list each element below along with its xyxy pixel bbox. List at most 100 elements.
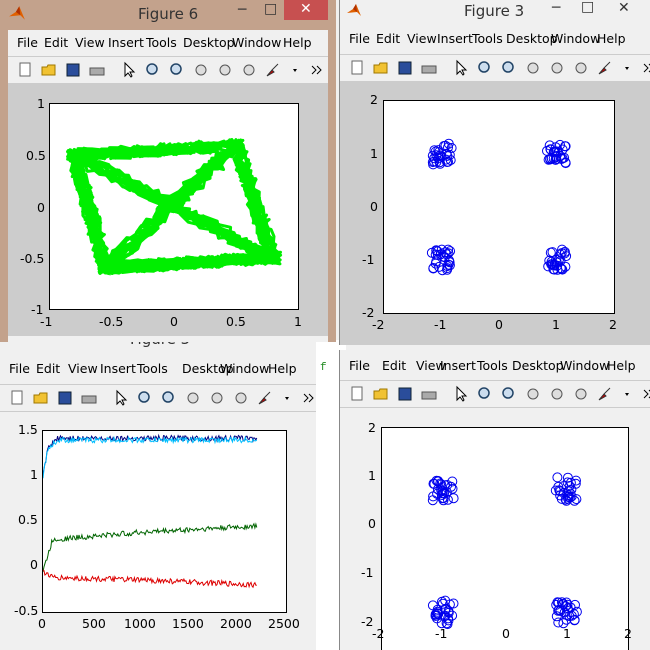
overflow-chevron-icon[interactable] — [300, 389, 316, 407]
menu-tools[interactable]: Tools — [137, 361, 168, 376]
menu-view[interactable]: View — [407, 31, 437, 46]
pan-icon[interactable] — [524, 59, 542, 77]
menu-insert[interactable]: Insert — [108, 35, 144, 50]
brush-icon[interactable] — [596, 59, 614, 77]
menu-help[interactable]: Help — [268, 361, 297, 376]
rotate-icon[interactable] — [548, 59, 566, 77]
open-file-icon[interactable] — [40, 61, 58, 79]
open-file-icon[interactable] — [372, 385, 390, 403]
pan-icon[interactable] — [184, 389, 202, 407]
overflow-chevron-icon[interactable] — [640, 59, 650, 77]
menu-desktop[interactable]: Desktop — [512, 358, 564, 373]
zoom-out-icon[interactable] — [500, 385, 518, 403]
overflow-chevron-icon[interactable] — [308, 61, 326, 79]
new-figure-icon[interactable] — [8, 389, 26, 407]
menu-view[interactable]: View — [68, 361, 98, 376]
brush-icon[interactable] — [264, 61, 282, 79]
dropdown-arrow-icon[interactable] — [288, 61, 306, 79]
menu-window[interactable]: Window — [551, 31, 600, 46]
open-file-icon[interactable] — [372, 59, 390, 77]
zoom-in-icon[interactable] — [476, 59, 494, 77]
brush-icon[interactable] — [256, 389, 274, 407]
menu-desktop[interactable]: Desktop — [183, 35, 235, 50]
save-icon[interactable] — [64, 61, 82, 79]
menu-file[interactable]: File — [349, 31, 370, 46]
x-tick: -1 — [435, 626, 448, 641]
axes-plot — [42, 430, 287, 613]
menu-view[interactable]: View — [75, 35, 105, 50]
save-icon[interactable] — [396, 59, 414, 77]
pointer-icon[interactable] — [452, 385, 470, 403]
maximize-button[interactable]: □ — [581, 0, 594, 15]
minimize-button[interactable]: ─ — [552, 0, 560, 16]
print-icon[interactable] — [420, 385, 438, 403]
x-tick: -2 — [372, 626, 385, 641]
menu-window[interactable]: Window — [560, 358, 609, 373]
menu-file[interactable]: File — [349, 358, 370, 373]
dropdown-arrow-icon[interactable] — [620, 385, 638, 403]
print-icon[interactable] — [88, 61, 106, 79]
close-button[interactable]: ✕ — [284, 0, 328, 20]
print-icon[interactable] — [420, 59, 438, 77]
rotate-icon[interactable] — [548, 385, 566, 403]
axes-plot — [49, 103, 299, 310]
data-cursor-icon[interactable] — [572, 59, 590, 77]
zoom-in-icon[interactable] — [476, 385, 494, 403]
menu-edit[interactable]: Edit — [44, 35, 68, 50]
menu-insert[interactable]: Insert — [437, 31, 473, 46]
menu-file[interactable]: File — [9, 361, 30, 376]
save-icon[interactable] — [56, 389, 74, 407]
dropdown-arrow-icon[interactable] — [620, 59, 638, 77]
print-icon[interactable] — [80, 389, 98, 407]
brush-icon[interactable] — [596, 385, 614, 403]
menu-window[interactable]: Window — [232, 35, 281, 50]
menu-file[interactable]: File — [17, 35, 38, 50]
menu-edit[interactable]: Edit — [376, 31, 400, 46]
save-icon[interactable] — [396, 385, 414, 403]
line-plot-bottom-left — [42, 433, 258, 589]
y-tick: -1 — [361, 565, 374, 580]
zoom-out-icon[interactable] — [168, 61, 186, 79]
data-cursor-icon[interactable] — [572, 385, 590, 403]
data-cursor-icon[interactable] — [240, 61, 258, 79]
menu-tools[interactable]: Tools — [477, 358, 508, 373]
pan-icon[interactable] — [524, 385, 542, 403]
menu-edit[interactable]: Edit — [382, 358, 406, 373]
pointer-icon[interactable] — [112, 389, 130, 407]
menu-edit[interactable]: Edit — [36, 361, 60, 376]
rotate-icon[interactable] — [216, 61, 234, 79]
y-tick: -2 — [361, 614, 374, 629]
x-tick: 0 — [495, 317, 503, 332]
menu-desktop[interactable]: Desktop — [506, 31, 558, 46]
y-tick: -1 — [362, 252, 375, 267]
menu-tools[interactable]: Tools — [146, 35, 177, 50]
figure-window-bottom-right: File Edit View Insert Tools Desktop Wind… — [339, 350, 650, 650]
new-figure-icon[interactable] — [348, 59, 366, 77]
menu-help[interactable]: Help — [283, 35, 312, 50]
new-figure-icon[interactable] — [348, 385, 366, 403]
menu-insert[interactable]: Insert — [440, 358, 476, 373]
minimize-button[interactable]: ─ — [238, 2, 246, 18]
zoom-out-icon[interactable] — [160, 389, 178, 407]
overflow-chevron-icon[interactable] — [640, 385, 650, 403]
close-button[interactable]: ✕ — [618, 0, 630, 16]
zoom-in-icon[interactable] — [144, 61, 162, 79]
zoom-out-icon[interactable] — [500, 59, 518, 77]
menu-help[interactable]: Help — [607, 358, 636, 373]
menu-tools[interactable]: Tools — [472, 31, 503, 46]
new-figure-icon[interactable] — [16, 61, 34, 79]
rotate-icon[interactable] — [208, 389, 226, 407]
pointer-icon[interactable] — [120, 61, 138, 79]
menu-insert[interactable]: Insert — [100, 361, 136, 376]
maximize-button[interactable]: □ — [264, 1, 277, 17]
zoom-in-icon[interactable] — [136, 389, 154, 407]
y-tick: -1 — [31, 302, 44, 317]
menu-bar: File Edit View Insert Tools Desktop Wind… — [340, 27, 650, 51]
menu-help[interactable]: Help — [597, 31, 626, 46]
pointer-icon[interactable] — [452, 59, 470, 77]
data-cursor-icon[interactable] — [232, 389, 250, 407]
menu-window[interactable]: Window — [220, 361, 269, 376]
pan-icon[interactable] — [192, 61, 210, 79]
open-file-icon[interactable] — [32, 389, 50, 407]
dropdown-arrow-icon[interactable] — [280, 389, 298, 407]
